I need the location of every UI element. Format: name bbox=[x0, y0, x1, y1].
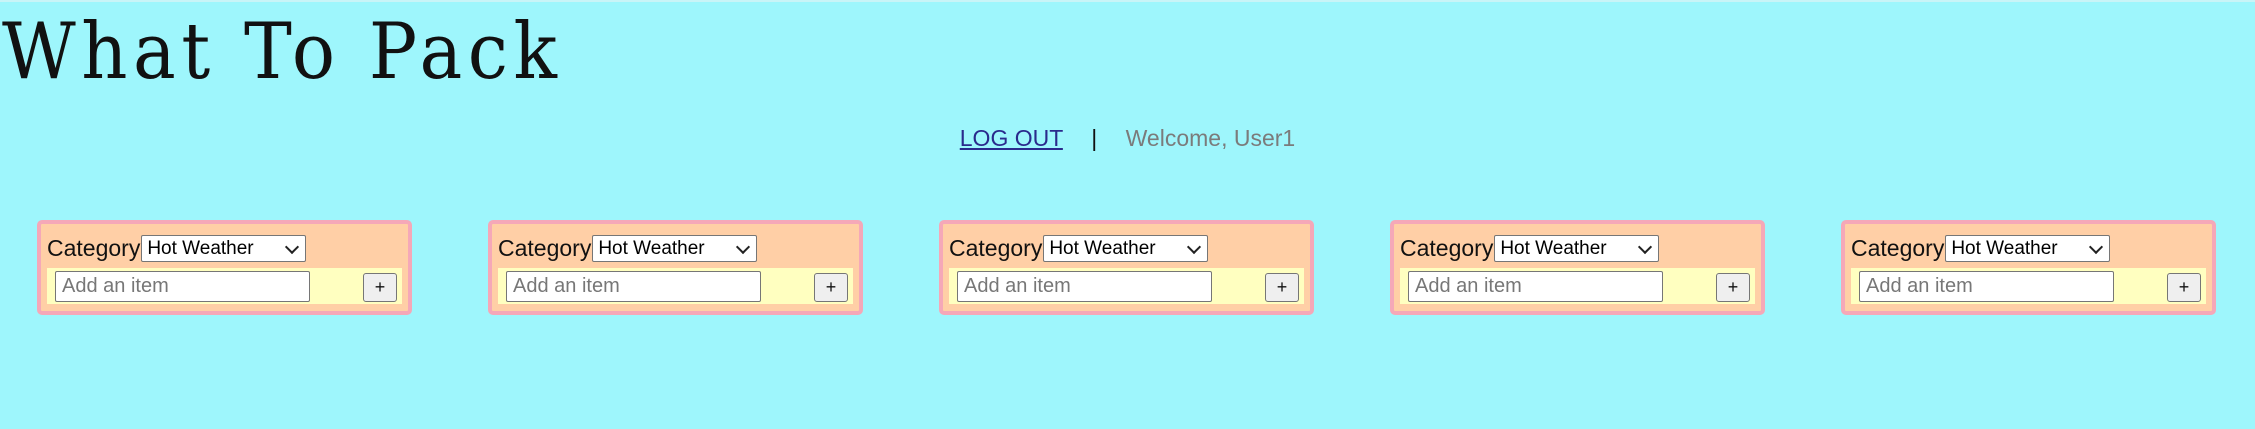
category-select[interactable]: Hot Weather bbox=[1494, 234, 1660, 262]
category-select[interactable]: Hot Weather bbox=[592, 234, 758, 262]
add-item-input[interactable]: Add an item bbox=[506, 271, 761, 302]
header-nav: LOG OUT | Welcome, User1 bbox=[0, 124, 2255, 152]
category-select-value: Hot Weather bbox=[598, 237, 705, 259]
card-header: Category Hot Weather bbox=[498, 232, 859, 264]
chevron-down-icon bbox=[285, 239, 300, 254]
category-label: Category bbox=[47, 234, 141, 261]
category-card: Category Hot Weather Add an item + bbox=[37, 220, 412, 315]
category-select[interactable]: Hot Weather bbox=[1043, 234, 1209, 262]
card-header: Category Hot Weather bbox=[949, 232, 1310, 264]
add-item-row: Add an item + bbox=[949, 268, 1304, 304]
category-select-value: Hot Weather bbox=[1951, 237, 2058, 259]
logout-link[interactable]: LOG OUT bbox=[960, 125, 1063, 151]
add-item-input[interactable]: Add an item bbox=[957, 271, 1212, 302]
chevron-down-icon bbox=[2089, 239, 2104, 254]
app-title: What To Pack bbox=[2, 7, 563, 97]
category-card: Category Hot Weather Add an item + bbox=[1390, 220, 1765, 315]
chevron-down-icon bbox=[1187, 239, 1202, 254]
card-header: Category Hot Weather bbox=[47, 232, 408, 264]
add-item-row: Add an item + bbox=[498, 268, 853, 304]
add-item-input[interactable]: Add an item bbox=[1859, 271, 2114, 302]
add-item-row: Add an item + bbox=[1851, 268, 2206, 304]
add-item-button[interactable]: + bbox=[363, 273, 397, 302]
card-header: Category Hot Weather bbox=[1851, 232, 2212, 264]
category-cards: Category Hot Weather Add an item + Categ… bbox=[37, 220, 2216, 315]
category-card: Category Hot Weather Add an item + bbox=[488, 220, 863, 315]
category-label: Category bbox=[498, 234, 592, 261]
card-header: Category Hot Weather bbox=[1400, 232, 1761, 264]
add-item-button[interactable]: + bbox=[814, 273, 848, 302]
add-item-input[interactable]: Add an item bbox=[1408, 271, 1663, 302]
category-label: Category bbox=[1851, 234, 1945, 261]
add-item-button[interactable]: + bbox=[1265, 273, 1299, 302]
nav-separator: | bbox=[1091, 125, 1098, 151]
top-strip bbox=[0, 0, 2255, 2]
category-label: Category bbox=[1400, 234, 1494, 261]
add-item-row: Add an item + bbox=[47, 268, 402, 304]
add-item-button[interactable]: + bbox=[1716, 273, 1750, 302]
chevron-down-icon bbox=[736, 239, 751, 254]
category-card: Category Hot Weather Add an item + bbox=[1841, 220, 2216, 315]
category-label: Category bbox=[949, 234, 1043, 261]
category-select[interactable]: Hot Weather bbox=[141, 234, 307, 262]
welcome-text: Welcome, User1 bbox=[1125, 125, 1296, 151]
add-item-input[interactable]: Add an item bbox=[55, 271, 310, 302]
category-select-value: Hot Weather bbox=[1049, 237, 1156, 259]
add-item-row: Add an item + bbox=[1400, 268, 1755, 304]
chevron-down-icon bbox=[1638, 239, 1653, 254]
category-select-value: Hot Weather bbox=[147, 237, 254, 259]
category-select-value: Hot Weather bbox=[1500, 237, 1607, 259]
category-select[interactable]: Hot Weather bbox=[1945, 234, 2111, 262]
category-card: Category Hot Weather Add an item + bbox=[939, 220, 1314, 315]
add-item-button[interactable]: + bbox=[2167, 273, 2201, 302]
